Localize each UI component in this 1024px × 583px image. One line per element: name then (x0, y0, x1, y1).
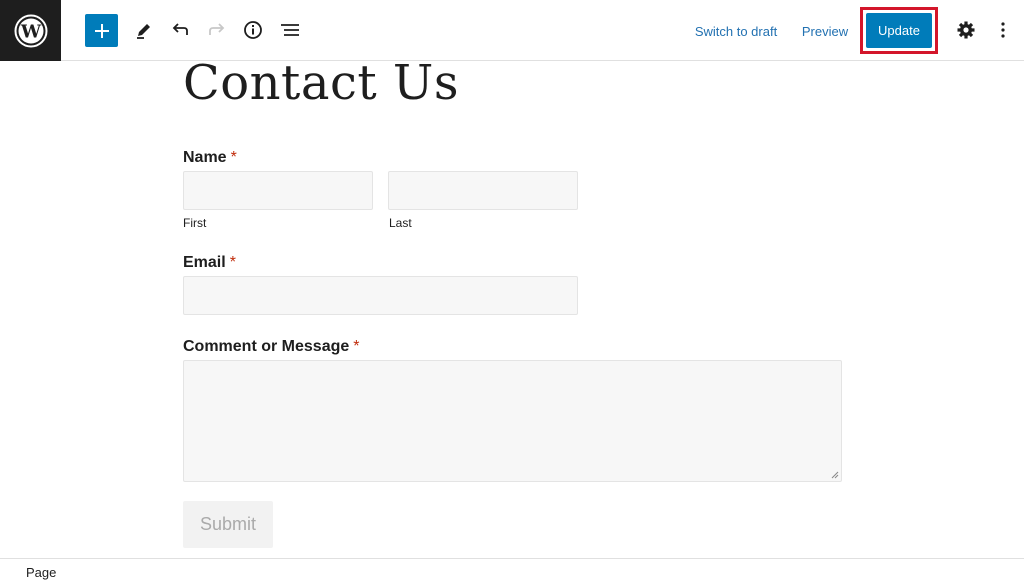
first-name-sublabel: First (183, 216, 207, 230)
submit-button[interactable]: Submit (183, 501, 273, 548)
last-name-sublabel: Last (389, 216, 412, 230)
block-breadcrumb[interactable]: Page (26, 565, 56, 580)
required-asterisk: * (353, 338, 360, 355)
editor-toolbar: W Switch to draft Preview Update (0, 0, 1024, 61)
more-vertical-icon (1001, 22, 1005, 38)
tools-button[interactable] (129, 15, 159, 45)
update-highlight-box: Update (860, 7, 938, 54)
redo-icon (209, 23, 225, 35)
last-name-input[interactable] (388, 171, 578, 210)
undo-button[interactable] (165, 15, 195, 45)
email-field-label: Email * (183, 254, 236, 272)
switch-to-draft-button[interactable]: Switch to draft (688, 19, 784, 43)
svg-text:W: W (19, 21, 41, 42)
message-label-text: Comment or Message (183, 338, 350, 355)
settings-button[interactable] (951, 15, 981, 45)
message-textarea[interactable] (183, 360, 842, 482)
message-field-label: Comment or Message * (183, 338, 360, 356)
details-button[interactable] (238, 15, 268, 45)
name-label-text: Name (183, 149, 227, 166)
pencil-icon (137, 24, 150, 39)
first-name-input[interactable] (183, 171, 373, 210)
list-view-icon (281, 24, 299, 36)
gear-icon (957, 21, 975, 39)
info-icon (244, 21, 262, 39)
required-asterisk: * (230, 149, 237, 166)
required-asterisk: * (229, 254, 236, 271)
wordpress-logo-icon: W (14, 14, 47, 47)
resize-handle-icon[interactable] (831, 471, 839, 479)
page-title[interactable]: Contact Us (183, 55, 459, 111)
plus-icon (94, 23, 109, 38)
editor-footer: Page (0, 558, 1024, 583)
options-button[interactable] (988, 15, 1018, 45)
email-label-text: Email (183, 254, 226, 271)
wordpress-logo-button[interactable]: W (0, 0, 61, 61)
name-field-label: Name * (183, 149, 237, 167)
update-button[interactable]: Update (866, 13, 932, 48)
redo-button[interactable] (202, 15, 232, 45)
add-block-button[interactable] (85, 14, 118, 47)
email-input[interactable] (183, 276, 578, 315)
undo-icon (172, 23, 188, 35)
preview-button[interactable]: Preview (797, 19, 853, 43)
list-view-button[interactable] (275, 15, 305, 45)
